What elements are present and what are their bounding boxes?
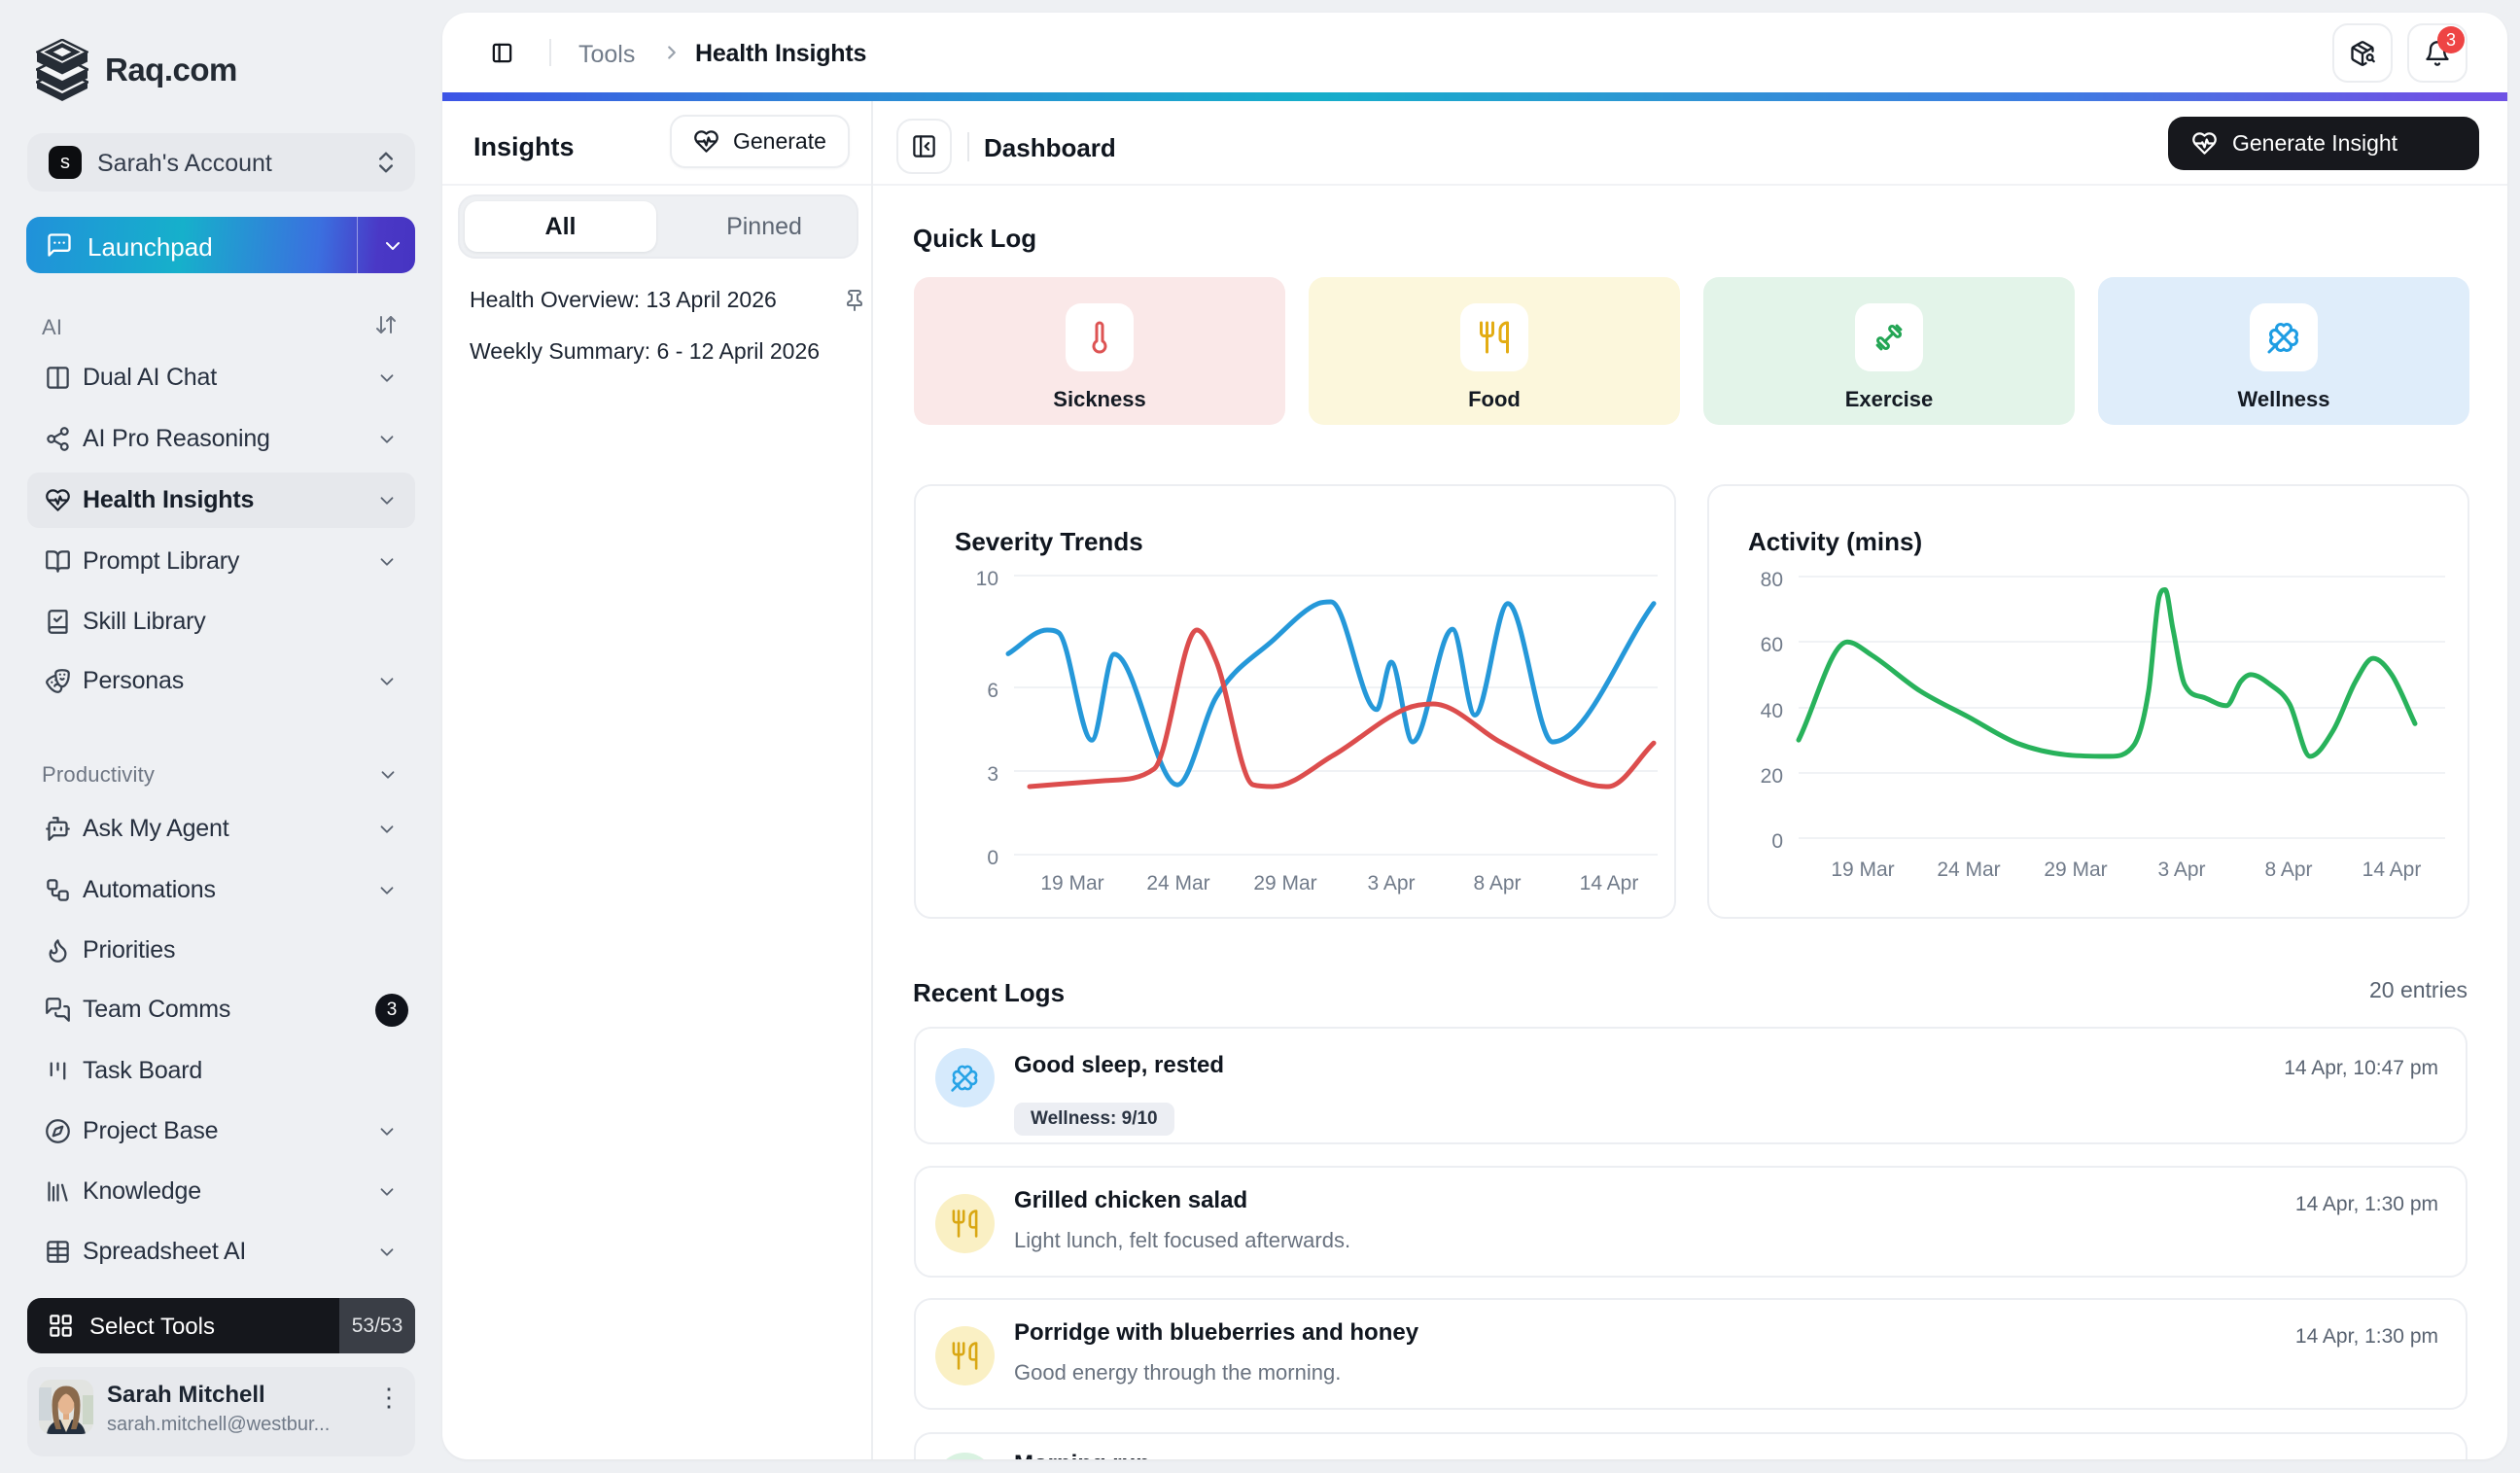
svg-text:3 Apr: 3 Apr <box>2157 859 2205 881</box>
svg-text:19 Mar: 19 Mar <box>1040 872 1103 894</box>
svg-text:14 Apr: 14 Apr <box>2362 859 2422 881</box>
svg-text:40: 40 <box>1761 700 1783 722</box>
svg-text:19 Mar: 19 Mar <box>1831 859 1894 881</box>
svg-text:20: 20 <box>1761 765 1783 788</box>
svg-text:0: 0 <box>987 847 998 869</box>
svg-text:8 Apr: 8 Apr <box>2264 859 2312 881</box>
svg-text:24 Mar: 24 Mar <box>1937 859 2000 881</box>
svg-text:0: 0 <box>1771 830 1783 853</box>
svg-text:29 Mar: 29 Mar <box>1253 872 1316 894</box>
svg-text:8 Apr: 8 Apr <box>1473 872 1521 894</box>
svg-text:80: 80 <box>1761 569 1783 591</box>
svg-text:14 Apr: 14 Apr <box>1580 872 1639 894</box>
svg-text:10: 10 <box>976 568 998 590</box>
svg-text:29 Mar: 29 Mar <box>2044 859 2107 881</box>
svg-text:6: 6 <box>987 680 998 702</box>
svg-text:3 Apr: 3 Apr <box>1367 872 1415 894</box>
svg-text:60: 60 <box>1761 634 1783 656</box>
svg-text:3: 3 <box>987 763 998 786</box>
svg-text:24 Mar: 24 Mar <box>1146 872 1209 894</box>
